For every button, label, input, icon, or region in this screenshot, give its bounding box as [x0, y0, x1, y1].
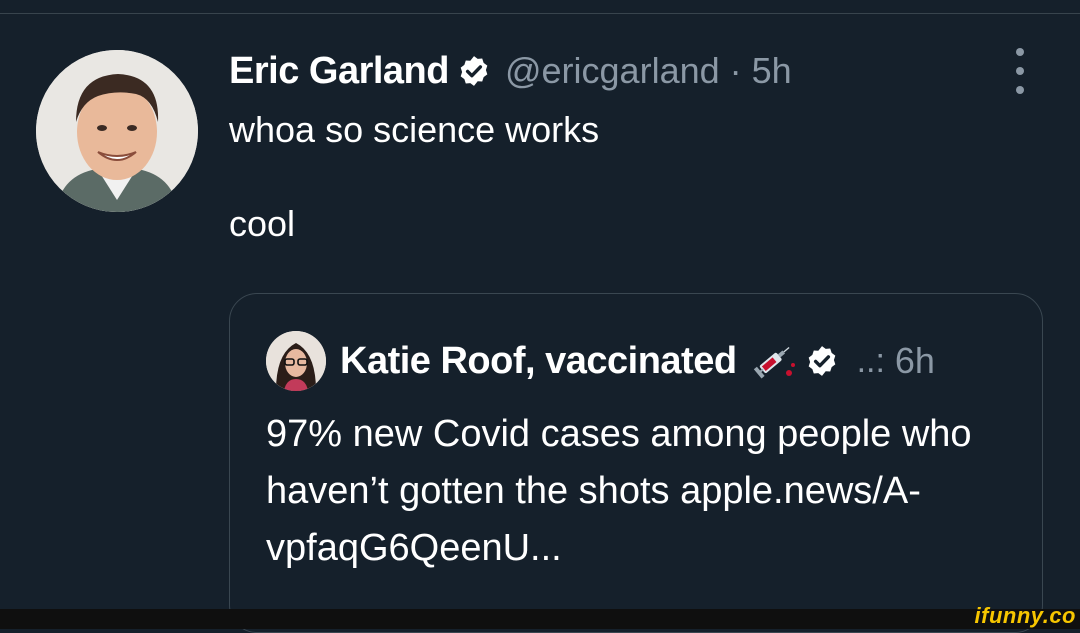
- quoted-verified-badge-icon: [805, 344, 839, 378]
- tweet-header: Eric Garland @ericgarland · 5h: [229, 46, 792, 96]
- author-handle[interactable]: @ericgarland: [505, 50, 720, 92]
- verified-badge-icon: [457, 54, 491, 88]
- quoted-tweet-text: 97% new Covid cases among people who hav…: [266, 413, 972, 569]
- syringe-emoji-icon: [751, 341, 795, 381]
- quoted-tweet-card[interactable]: Katie Roof, vaccinated ..: 6h 97% new Co…: [229, 293, 1043, 633]
- tweet-text: whoa so science works cool: [229, 109, 600, 244]
- author-name[interactable]: Eric Garland: [229, 50, 449, 93]
- ifunny-watermark: ifunny.co: [974, 603, 1076, 628]
- quoted-tweet-timestamp[interactable]: 6h: [895, 340, 935, 382]
- tweet-timestamp[interactable]: 5h: [752, 50, 792, 92]
- quoted-avatar-portrait-icon: [266, 331, 326, 391]
- quoted-author-avatar[interactable]: [266, 331, 326, 391]
- author-avatar[interactable]: [36, 50, 198, 212]
- quoted-tweet-header: Katie Roof, vaccinated ..: 6h: [266, 331, 935, 391]
- avatar-portrait-icon: [36, 50, 198, 212]
- footer-bar: [0, 609, 1080, 629]
- separator-dot: ·: [729, 50, 742, 91]
- top-divider: [0, 13, 1080, 14]
- quoted-author-name[interactable]: Katie Roof, vaccinated: [340, 340, 737, 383]
- more-options-icon[interactable]: [1000, 48, 1040, 94]
- quoted-author-handle[interactable]: ..:: [857, 342, 885, 381]
